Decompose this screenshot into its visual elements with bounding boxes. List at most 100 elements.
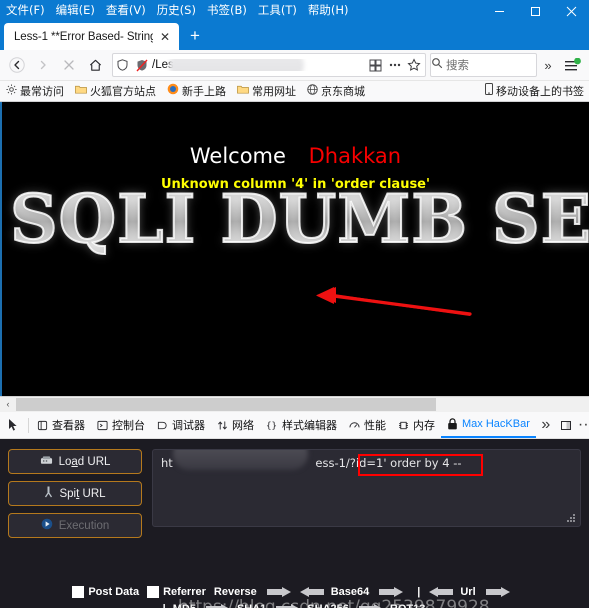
tab-strip: Less-1 **Error Based- String** ✕ + xyxy=(0,22,589,50)
execution-button[interactable]: Execution xyxy=(8,513,142,538)
sha1-arrow-right-icon[interactable] xyxy=(276,604,300,608)
textarea-resize-grip[interactable] xyxy=(566,513,576,523)
blocked-shield-icon[interactable] xyxy=(132,59,151,72)
mobile-bookmarks[interactable]: 移动设备上的书签 xyxy=(485,82,584,100)
menu-bar: 文件(F) 编辑(E) 查看(V) 历史(S) 书签(B) 工具(T) 帮助(H… xyxy=(0,5,348,17)
dock-position-icon[interactable] xyxy=(556,413,576,437)
bookmark-most-visited[interactable]: 最常访问 xyxy=(6,82,64,100)
shield-icon[interactable] xyxy=(113,59,132,71)
bookmark-star-icon[interactable] xyxy=(404,58,423,72)
reverse-button[interactable]: Reverse xyxy=(214,586,257,598)
menu-tools[interactable]: 工具(T) xyxy=(258,5,297,17)
page-viewport: Welcome Dhakkan Unknown column '4' in 'o… xyxy=(0,102,589,396)
tab-close-icon[interactable]: ✕ xyxy=(157,29,173,45)
folder-icon xyxy=(75,82,87,100)
lock-icon xyxy=(447,418,458,430)
referrer-label[interactable]: Referrer xyxy=(163,586,206,598)
stop-icon[interactable] xyxy=(56,52,82,78)
home-icon[interactable] xyxy=(82,52,108,78)
options-divider-2: | xyxy=(163,603,166,608)
browser-window: 文件(F) 编辑(E) 查看(V) 历史(S) 书签(B) 工具(T) 帮助(H… xyxy=(0,0,589,608)
tab-console[interactable]: 控制台 xyxy=(91,412,151,438)
bookmark-label: 京东商城 xyxy=(321,86,365,98)
tab-label: Max HacKBar xyxy=(462,418,530,430)
tab-memory[interactable]: 内存 xyxy=(392,412,441,438)
close-icon[interactable] xyxy=(553,0,589,22)
reader-mode-icon[interactable] xyxy=(366,59,385,72)
menu-view[interactable]: 查看(V) xyxy=(106,5,146,17)
address-bar[interactable]: /Less-1/?id=1' o xyxy=(112,53,426,77)
page-actions-icon[interactable] xyxy=(385,59,404,71)
tab-active[interactable]: Less-1 **Error Based- String** ✕ xyxy=(4,23,179,50)
search-bar[interactable]: 搜索 xyxy=(430,53,537,77)
load-url-button[interactable]: Load URL xyxy=(8,449,142,474)
sha256-arrow-right-icon[interactable] xyxy=(358,604,383,608)
bookmark-common-sites[interactable]: 常用网址 xyxy=(237,82,296,100)
base64-arrow-right-icon[interactable] xyxy=(379,587,404,597)
devtools-overflow-button[interactable]: » xyxy=(536,413,556,437)
tab-label: 查看器 xyxy=(52,420,85,432)
mobile-bookmarks-label: 移动设备上的书签 xyxy=(496,86,584,98)
back-icon[interactable] xyxy=(4,52,30,78)
bookmark-label: 常用网址 xyxy=(252,86,296,98)
page-horizontal-scrollbar[interactable]: ‹ xyxy=(0,396,589,412)
hackbar-action-buttons: Load URL Spit URL Execution xyxy=(8,449,142,538)
sha1-button[interactable]: SHA1 xyxy=(237,603,266,608)
menu-file[interactable]: 文件(F) xyxy=(6,5,45,17)
tab-max-hackbar[interactable]: Max HacKBar xyxy=(441,412,536,438)
url-arrow-left-icon[interactable] xyxy=(429,587,454,597)
url-arrow-right-icon[interactable] xyxy=(485,587,510,597)
search-placeholder: 搜索 xyxy=(446,60,469,72)
tab-network[interactable]: 网络 xyxy=(211,412,260,438)
devtools-toolbar-actions: » ··· ✕ xyxy=(536,413,589,437)
scrollbar-thumb[interactable] xyxy=(16,398,436,411)
hackbar-url-prefix: ht xyxy=(161,456,173,470)
tab-label: 内存 xyxy=(413,420,435,432)
menu-history[interactable]: 历史(S) xyxy=(157,5,196,17)
bookmark-newbie[interactable]: 新手上路 xyxy=(167,82,226,100)
title-bar: 文件(F) 编辑(E) 查看(V) 历史(S) 书签(B) 工具(T) 帮助(H… xyxy=(0,0,589,22)
hackbar-panel: Load URL Spit URL Execution ht ess-1/?id… xyxy=(0,439,589,608)
base64-button[interactable]: Base64 xyxy=(331,586,370,598)
scrollbar-track[interactable] xyxy=(16,397,589,412)
menu-hamburger-icon[interactable] xyxy=(559,52,585,78)
forward-icon[interactable] xyxy=(30,52,56,78)
navigation-bar: /Less-1/?id=1' o 搜索 » xyxy=(0,50,589,81)
search-icon xyxy=(431,56,443,74)
url-text[interactable]: /Less-1/?id=1' o xyxy=(151,59,366,71)
url-button[interactable]: Url xyxy=(460,586,475,598)
toolbar-overflow-button[interactable]: » xyxy=(537,53,559,77)
md5-button[interactable]: MD5 xyxy=(173,603,196,608)
tab-debugger[interactable]: 调试器 xyxy=(151,412,211,438)
devtools-more-button[interactable]: ··· xyxy=(576,413,589,437)
md5-arrow-right-icon[interactable] xyxy=(205,604,230,608)
rot13-button[interactable]: ROT13 xyxy=(390,603,425,608)
devtools-toolbar: 查看器 控制台 调试器 网络 {} 样式编辑器 性能 内存 Max HacKBa… xyxy=(0,412,589,439)
new-tab-button[interactable]: + xyxy=(182,23,208,49)
bookmark-label: 火狐官方站点 xyxy=(90,86,156,98)
bookmark-firefox-site[interactable]: 火狐官方站点 xyxy=(75,82,156,100)
tab-inspector[interactable]: 查看器 xyxy=(31,412,91,438)
tab-performance[interactable]: 性能 xyxy=(343,412,392,438)
scroll-left-arrow-icon[interactable]: ‹ xyxy=(0,400,16,409)
base64-arrow-left-icon[interactable] xyxy=(299,587,324,597)
load-url-icon xyxy=(40,455,53,469)
post-data-checkbox[interactable] xyxy=(72,586,85,598)
bookmark-label: 最常访问 xyxy=(20,86,64,98)
menu-help[interactable]: 帮助(H) xyxy=(308,5,349,17)
reverse-arrow-right-icon[interactable] xyxy=(266,587,291,597)
tab-style-editor[interactable]: {} 样式编辑器 xyxy=(260,412,343,438)
spit-url-button[interactable]: Spit URL xyxy=(8,481,142,506)
hackbar-url-textarea[interactable]: htxxxxxxxxxxxxxxxxxxxxxess-1/?id=1' orde… xyxy=(152,449,581,527)
bookmark-jd[interactable]: 京东商城 xyxy=(307,82,365,100)
site-banner-title-outline: SQLI DUMB SER xyxy=(9,179,589,259)
sha256-button[interactable]: SHA256 xyxy=(307,603,349,608)
maximize-icon[interactable] xyxy=(517,0,553,22)
menu-bookmarks[interactable]: 书签(B) xyxy=(207,5,247,17)
post-data-label[interactable]: Post Data xyxy=(88,586,139,598)
style-editor-icon: {} xyxy=(266,420,278,431)
element-picker-icon[interactable] xyxy=(2,413,26,437)
minimize-icon[interactable] xyxy=(481,0,517,22)
menu-edit[interactable]: 编辑(E) xyxy=(56,5,95,17)
referrer-checkbox[interactable] xyxy=(147,586,160,598)
